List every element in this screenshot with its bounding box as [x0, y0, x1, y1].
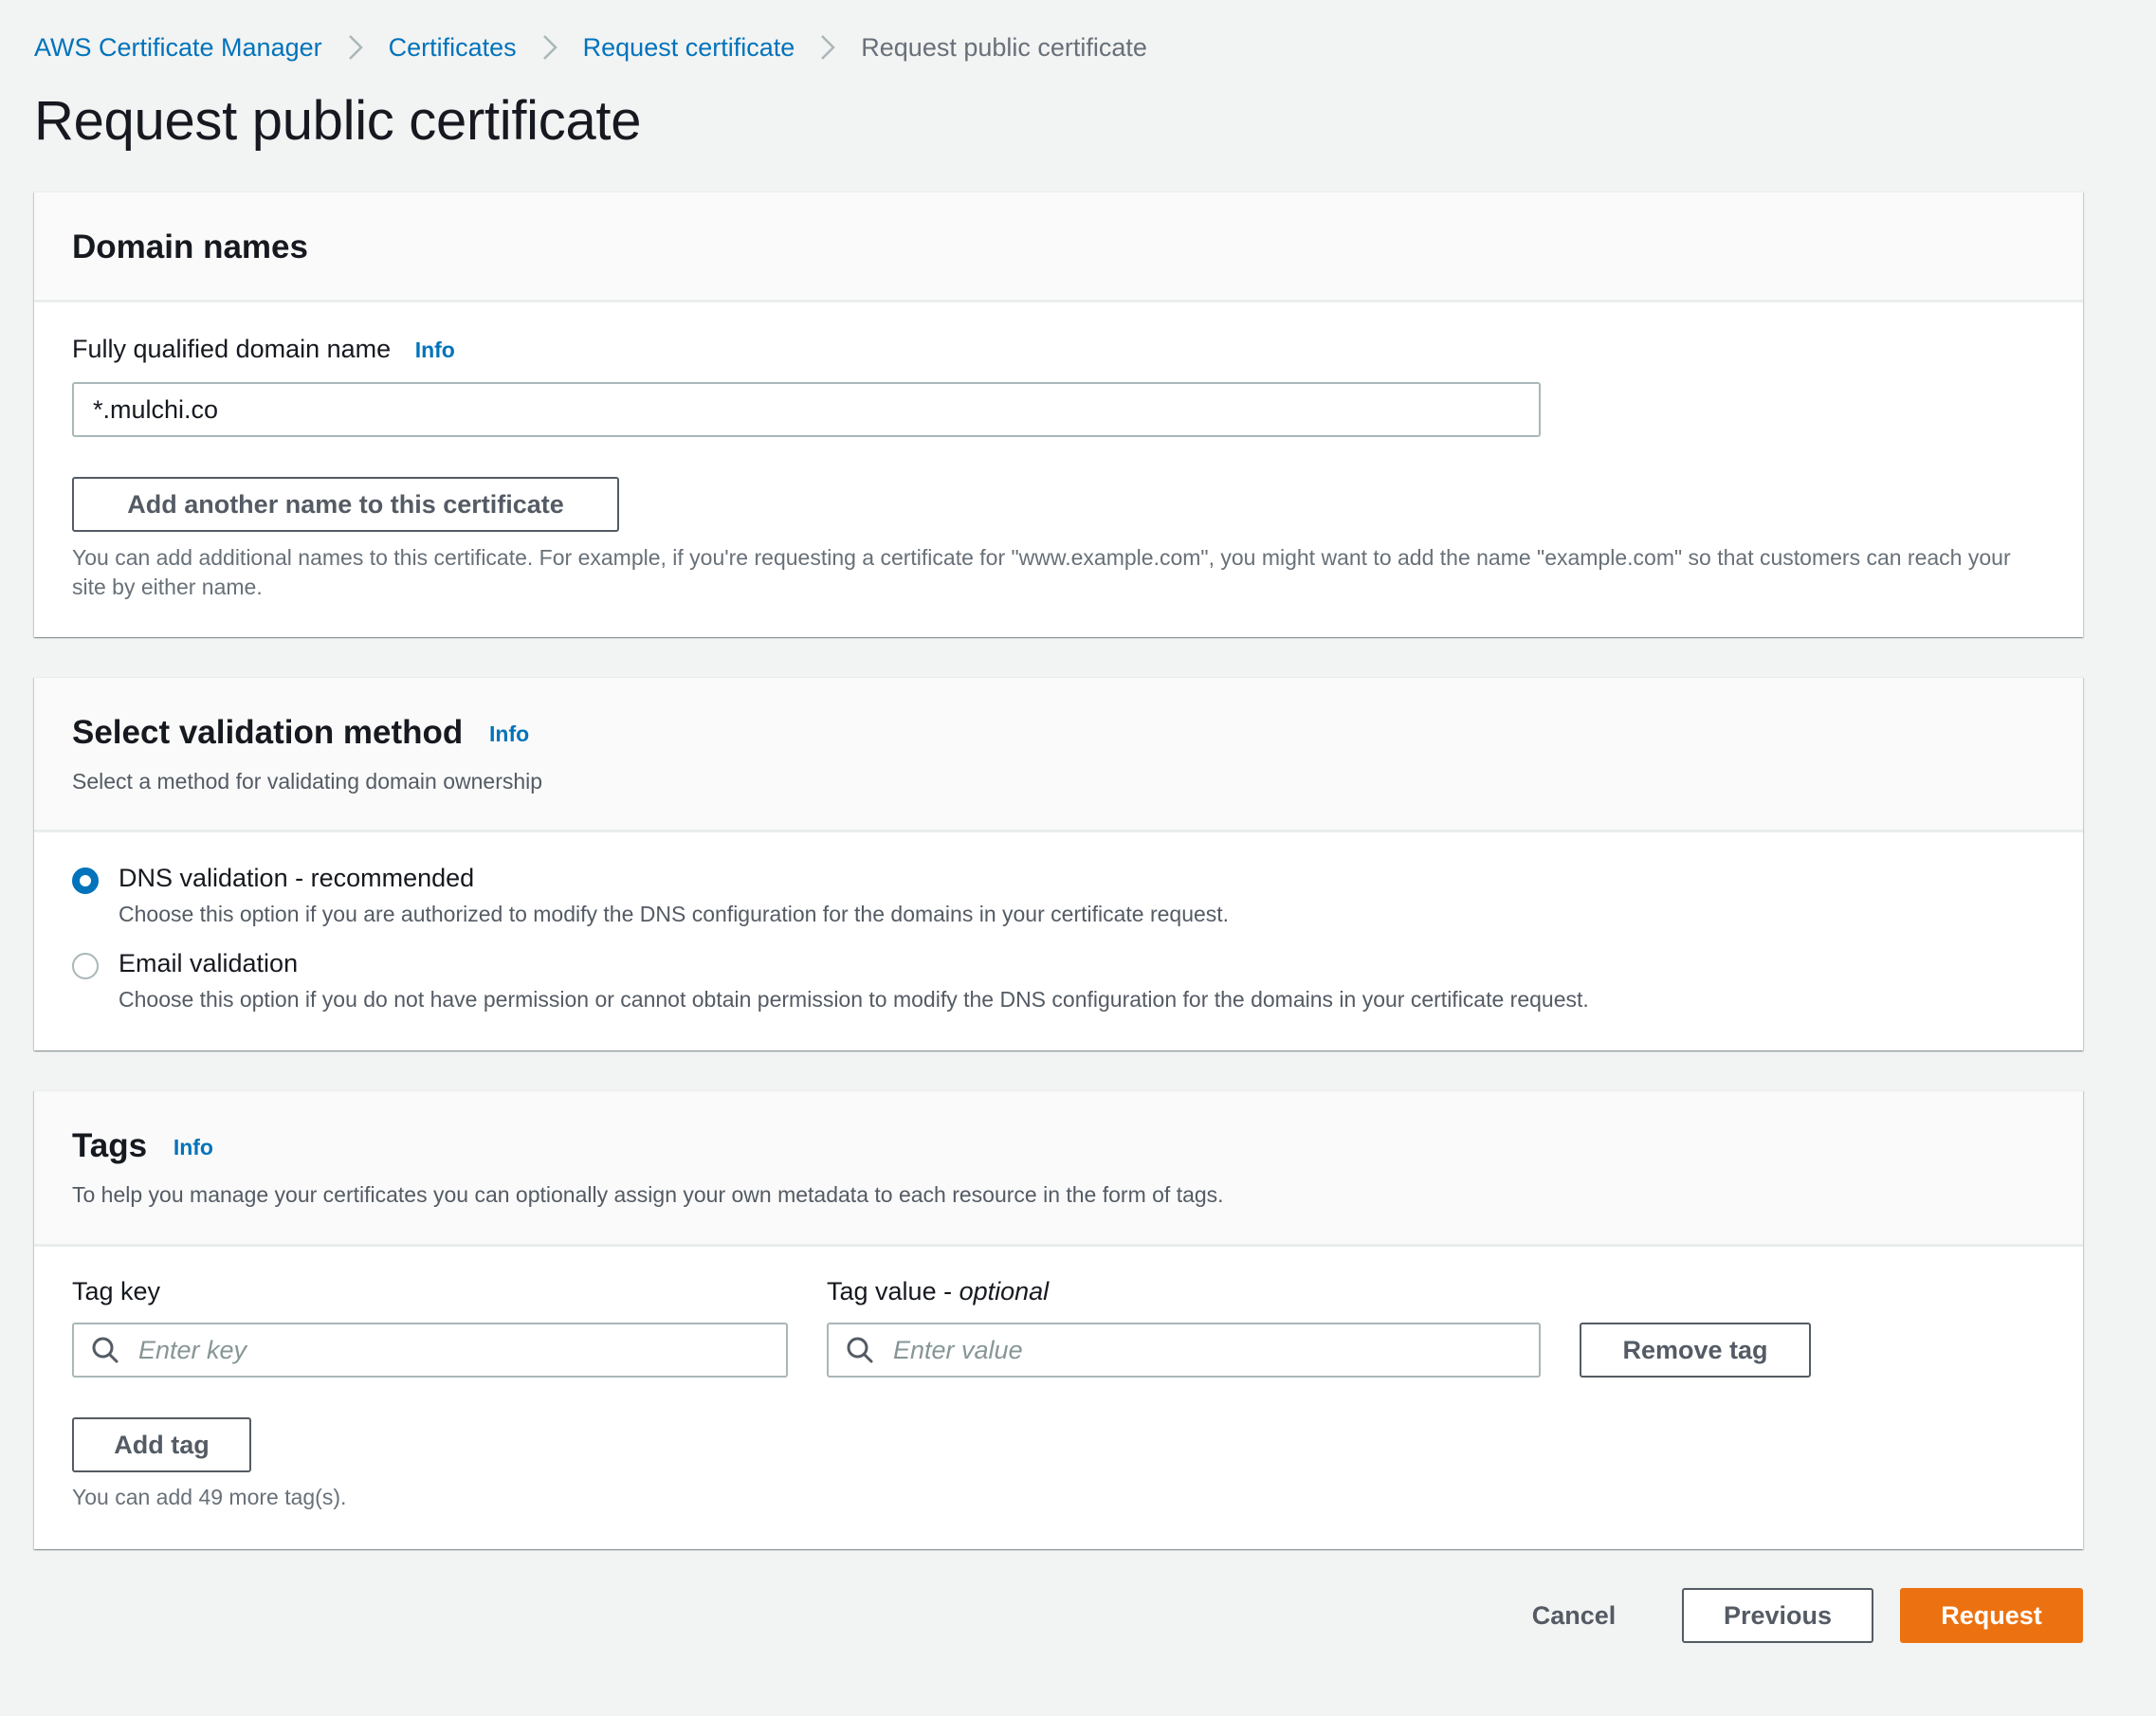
- tag-value-field: [827, 1323, 1541, 1378]
- remove-tag-button[interactable]: Remove tag: [1580, 1323, 1811, 1378]
- validation-method-panel: Select validation method Info Select a m…: [34, 677, 2083, 1050]
- breadcrumb: AWS Certificate Manager Certificates Req…: [34, 28, 1147, 66]
- add-tag-button[interactable]: Add tag: [72, 1417, 251, 1472]
- tag-key-label: Tag key: [72, 1277, 161, 1305]
- chevron-right-icon: [322, 28, 389, 66]
- tags-remaining-text: You can add 49 more tag(s).: [72, 1485, 347, 1509]
- validation-title-text: Select validation method: [72, 714, 464, 751]
- breadcrumb-certificates[interactable]: Certificates: [389, 33, 517, 63]
- radio-unchecked-icon[interactable]: [72, 953, 99, 979]
- tags-info-link[interactable]: Info: [174, 1135, 213, 1159]
- tags-header: Tags Info To help you manage your certif…: [34, 1091, 2083, 1247]
- dns-validation-label: DNS validation - recommended: [119, 864, 475, 892]
- page-title: Request public certificate: [34, 90, 642, 152]
- request-button[interactable]: Request: [1900, 1588, 2083, 1643]
- tags-title-text: Tags: [72, 1127, 148, 1164]
- tag-value-input[interactable]: [827, 1323, 1541, 1378]
- fqdn-label-text: Fully qualified domain name: [72, 335, 392, 363]
- validation-header: Select validation method Info Select a m…: [34, 678, 2083, 832]
- cancel-button[interactable]: Cancel: [1522, 1588, 1626, 1643]
- dns-validation-description: Choose this option if you are authorized…: [119, 902, 1230, 926]
- email-validation-description: Choose this option if you do not have pe…: [119, 987, 1589, 1012]
- validation-description: Select a method for validating domain ow…: [72, 769, 543, 794]
- tag-value-label-text: Tag value -: [827, 1277, 959, 1305]
- breadcrumb-request-certificate[interactable]: Request certificate: [583, 33, 795, 63]
- tag-value-label: Tag value - optional: [827, 1277, 1049, 1306]
- fqdn-info-link[interactable]: Info: [415, 338, 455, 362]
- breadcrumb-current-page: Request public certificate: [861, 32, 1147, 62]
- fqdn-label: Fully qualified domain name Info: [72, 335, 455, 364]
- chevron-right-icon: [517, 28, 583, 66]
- add-name-help-text: You can add additional names to this cer…: [72, 545, 2011, 599]
- domain-names-panel: Domain names Fully qualified domain name…: [34, 192, 2083, 637]
- previous-button[interactable]: Previous: [1682, 1588, 1873, 1643]
- tags-title: Tags Info: [72, 1127, 213, 1165]
- tags-panel: Tags Info To help you manage your certif…: [34, 1090, 2083, 1549]
- tag-key-input[interactable]: [72, 1323, 788, 1378]
- radio-checked-icon[interactable]: [72, 867, 99, 894]
- add-another-name-button[interactable]: Add another name to this certificate: [72, 477, 619, 532]
- validation-title: Select validation method Info: [72, 714, 529, 752]
- tag-key-field: [72, 1323, 788, 1378]
- domain-names-header: Domain names: [34, 192, 2083, 302]
- chevron-right-icon: [795, 28, 861, 66]
- tags-description: To help you manage your certificates you…: [72, 1182, 1224, 1207]
- fqdn-input[interactable]: [72, 382, 1541, 437]
- domain-names-title: Domain names: [72, 228, 308, 265]
- validation-info-link[interactable]: Info: [489, 721, 529, 746]
- email-validation-label: Email validation: [119, 949, 299, 977]
- tag-value-optional: optional: [959, 1277, 1050, 1305]
- breadcrumb-aws-certificate-manager[interactable]: AWS Certificate Manager: [34, 33, 322, 63]
